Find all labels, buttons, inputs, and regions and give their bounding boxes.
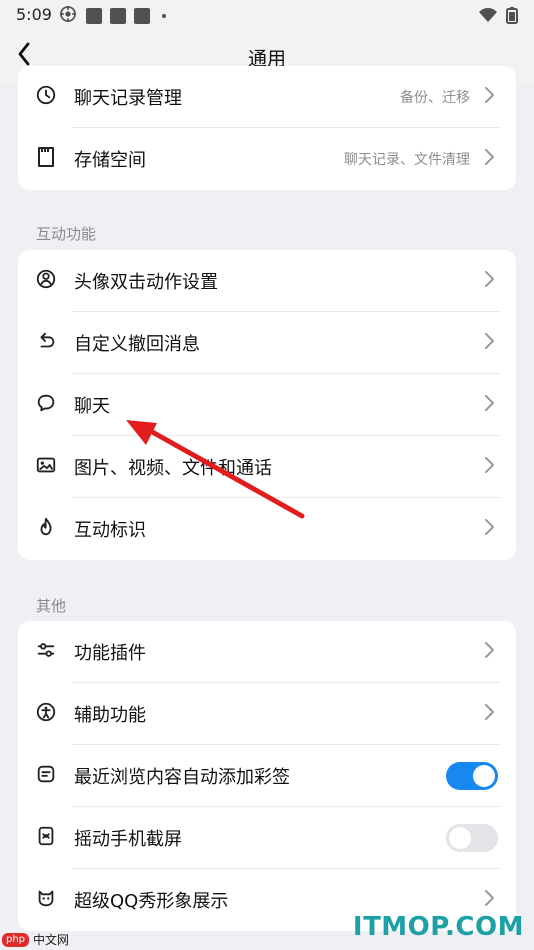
image-icon: [35, 454, 57, 480]
row-label: 自定义撤回消息: [74, 334, 200, 355]
row-auto-color-tag: 最近浏览内容自动添加彩签: [18, 745, 516, 807]
chevron-right-icon: [484, 518, 496, 540]
row-chat-history[interactable]: 聊天记录管理 备份、迁移: [18, 66, 516, 128]
row-interaction-badge[interactable]: 互动标识: [18, 498, 516, 560]
mask-icon: [35, 887, 57, 913]
top-card: 聊天记录管理 备份、迁移 存储空间 聊天记录、文件清理: [18, 66, 516, 190]
php-badge: php: [2, 932, 30, 947]
row-label: 辅助功能: [74, 705, 146, 726]
watermark-right: ITMOP.COM: [352, 912, 524, 942]
row-avatar-double-tap[interactable]: 头像双击动作设置: [18, 250, 516, 312]
section-title-other: 其他: [36, 597, 67, 615]
toggle-knob: [449, 827, 471, 849]
status-icons-right: [478, 6, 518, 28]
chevron-right-icon: [484, 394, 496, 416]
row-value: 聊天记录、文件清理: [344, 152, 470, 168]
section-title-interactive: 互动功能: [36, 225, 97, 243]
status-icons-left: [58, 4, 166, 28]
row-media-files-calls[interactable]: 图片、视频、文件和通话: [18, 436, 516, 498]
row-label: 最近浏览内容自动添加彩签: [74, 767, 290, 788]
chevron-right-icon: [484, 86, 496, 108]
battery-icon: [506, 6, 518, 28]
chevron-right-icon: [484, 456, 496, 478]
chevron-right-icon: [484, 332, 496, 354]
status-time: 5:09: [16, 5, 52, 24]
interactive-card: 头像双击动作设置 自定义撤回消息 聊天 图片、视频、文件和通话 互动标识: [18, 250, 516, 560]
toggle-knob: [473, 765, 495, 787]
row-shake-screenshot: 摇动手机截屏: [18, 807, 516, 869]
row-label: 头像双击动作设置: [74, 272, 218, 293]
dot-icon: [162, 14, 166, 18]
row-custom-recall[interactable]: 自定义撤回消息: [18, 312, 516, 374]
row-label: 功能插件: [74, 643, 146, 664]
watermark-left-text: 中文网: [33, 933, 70, 947]
accessibility-icon: [35, 701, 57, 727]
status-bar: 5:09: [0, 0, 534, 30]
row-storage-space[interactable]: 存储空间 聊天记录、文件清理: [18, 128, 516, 190]
toggle-switch-on[interactable]: [446, 762, 498, 790]
row-label: 存储空间: [74, 150, 146, 171]
chevron-right-icon: [484, 270, 496, 292]
undo-icon: [35, 330, 57, 356]
square-icon: [134, 8, 150, 24]
watermark-left: php 中文网: [2, 931, 69, 948]
storage-icon: [36, 146, 56, 172]
row-accessibility[interactable]: 辅助功能: [18, 683, 516, 745]
row-label: 摇动手机截屏: [74, 829, 182, 850]
row-label: 图片、视频、文件和通话: [74, 458, 272, 479]
user-circle-icon: [35, 268, 57, 294]
square-icon: [86, 8, 102, 24]
row-plugins[interactable]: 功能插件: [18, 621, 516, 683]
square-icon: [110, 8, 126, 24]
row-label: 聊天: [74, 396, 110, 417]
sliders-icon: [35, 639, 57, 665]
chevron-right-icon: [484, 641, 496, 663]
flame-icon: [35, 516, 57, 542]
other-card: 功能插件 辅助功能 最近浏览内容自动添加彩签 摇动手机截屏 超级QQ秀形象展示: [18, 621, 516, 931]
row-label: 超级QQ秀形象展示: [74, 891, 229, 912]
chevron-right-icon: [484, 889, 496, 911]
settings-icon: [58, 4, 78, 28]
row-value: 备份、迁移: [400, 90, 470, 106]
chevron-right-icon: [484, 703, 496, 725]
clock-icon: [35, 84, 57, 110]
chevron-right-icon: [484, 148, 496, 170]
row-label: 互动标识: [74, 520, 146, 541]
row-label: 聊天记录管理: [74, 88, 182, 109]
toggle-switch-off[interactable]: [446, 824, 498, 852]
row-chat[interactable]: 聊天: [18, 374, 516, 436]
chat-bubble-icon: [35, 392, 57, 418]
wifi-icon: [478, 7, 498, 27]
tag-icon: [35, 763, 57, 789]
phone-screenshot-icon: [35, 825, 57, 851]
